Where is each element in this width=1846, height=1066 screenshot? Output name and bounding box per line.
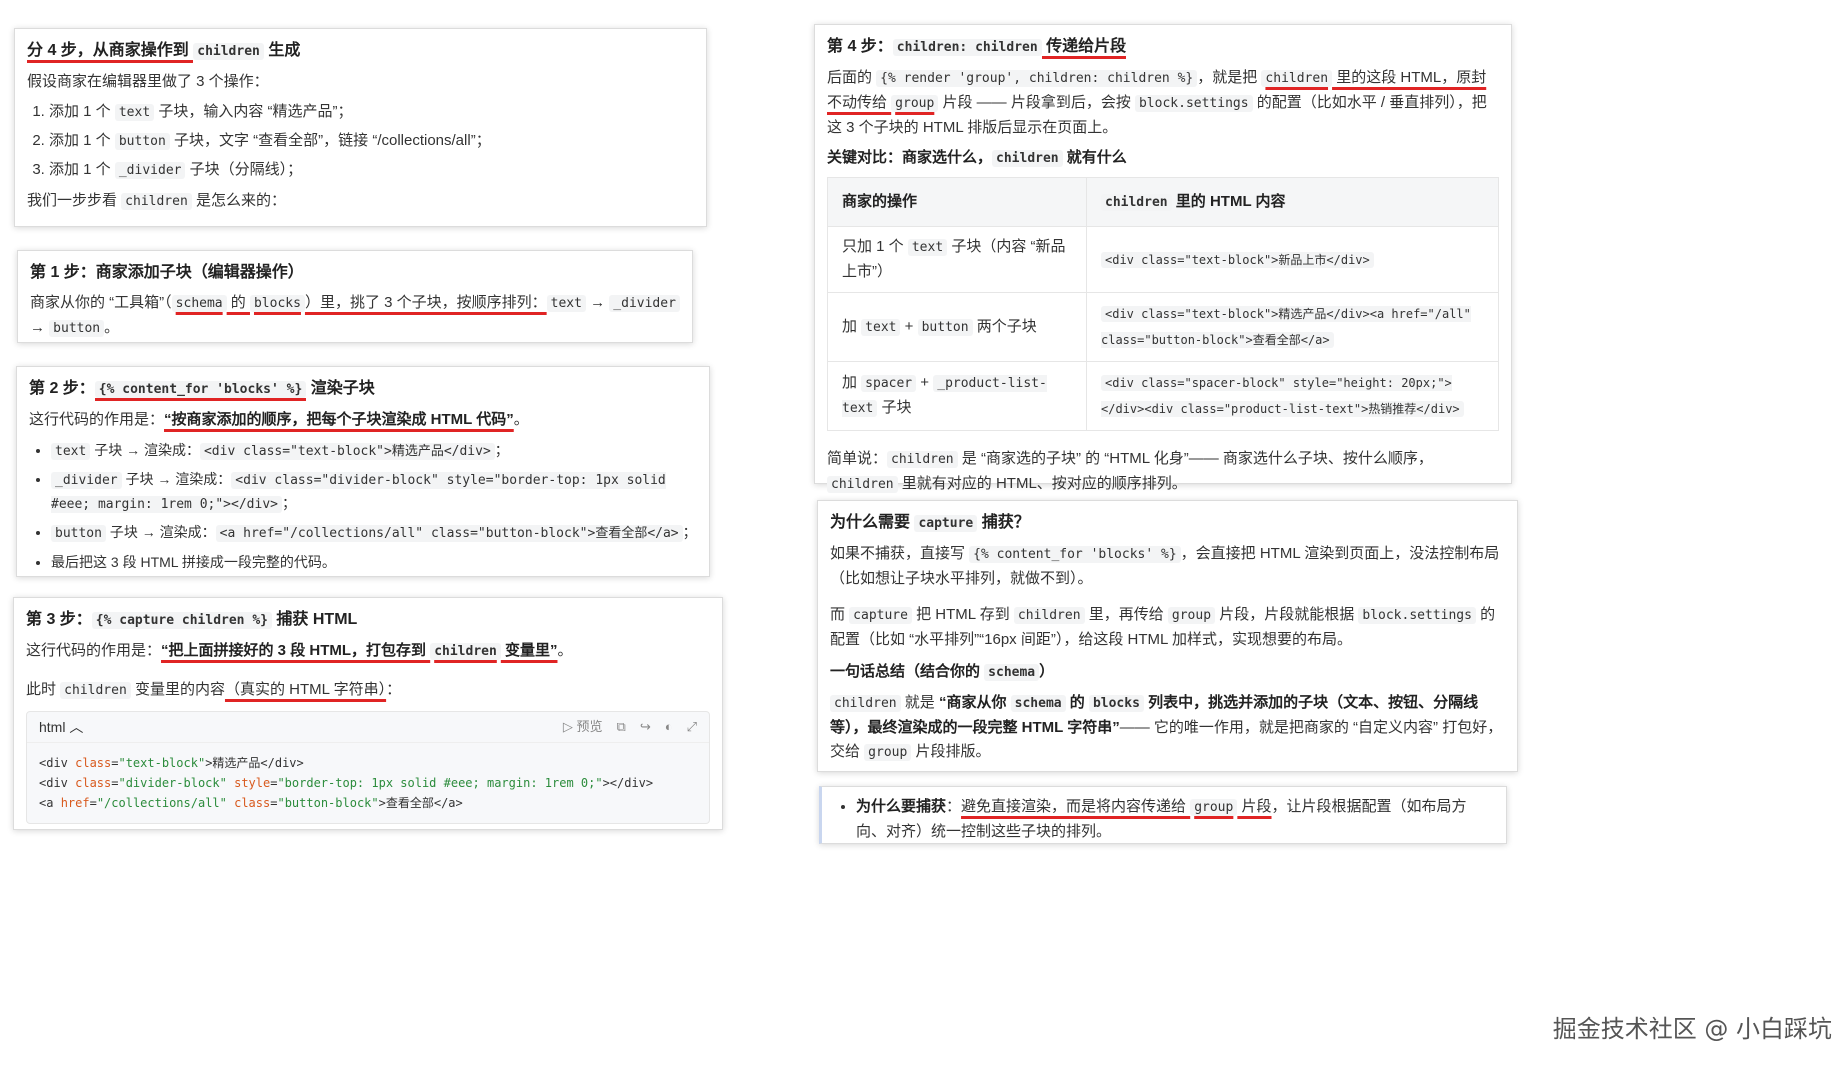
table-row: 加 spacer + _product-list-text 子块 <div cl… <box>827 361 1499 431</box>
code-toolbar: ▷ 预览 ⧉ ↪ ◐ ⤢ <box>563 715 697 739</box>
list-item: 添加 1 个 _divider 子块（分隔线）； <box>49 158 694 183</box>
why-bullet-list: 为什么要捕获：避免直接渲染，而是将内容传递给 group 片段，让片段根据配置（… <box>834 795 1494 844</box>
card-step4: 第 4 步： children: children 传递给片段 后面的 {% re… <box>814 24 1512 493</box>
watermark: 掘金技术社区 @ 小白踩坑 <box>1552 1015 1832 1043</box>
compare-heading: 关键对比：商家选什么， children 就有什么 <box>827 149 1127 167</box>
render-list: text 子块 → 渲染成：<div class="text-block">精选… <box>29 438 697 574</box>
table-cell: <div class="text-block">精选产品</div><a hre… <box>1086 292 1499 362</box>
table-cell: <div class="text-block">新品上市</div> <box>1086 226 1499 293</box>
theme-icon[interactable]: ◐ <box>665 715 673 739</box>
table-cell: 只加 1 个 text 子块（内容 “新品上市”） <box>827 226 1087 293</box>
operation-list: 添加 1 个 text 子块，输入内容 “精选产品”； 添加 1 个 butto… <box>27 100 694 183</box>
list-item: 为什么要捕获：避免直接渲染，而是将内容传递给 group 片段，让片段根据配置（… <box>856 795 1494 844</box>
code-line: <div class="text-block">精选产品</div> <box>39 756 304 770</box>
step1-text: 商家从你的 “工具箱”（ schema 的 blocks ）里，挑了 3 个子块，按… <box>30 291 680 341</box>
step3-desc: 这行代码的作用是：“把上面拼接好的 3 段 HTML，打包存到 children… <box>26 642 573 660</box>
why-capture-p2: 而 capture 把 HTML 存到 children 里，再传给 group… <box>830 606 1496 648</box>
card-step3: 第 3 步： {% capture children %} 捕获 HTML 这行代… <box>13 597 723 830</box>
card-step1: 第 1 步：商家添加子块（编辑器操作） 商家从你的 “工具箱”（ schema 的… <box>17 250 693 343</box>
table-header-row: 商家的操作 children 里的 HTML 内容 <box>827 177 1499 227</box>
compare-table: 商家的操作 children 里的 HTML 内容 只加 1 个 text 子块… <box>827 177 1499 431</box>
table-cell: <div class="spacer-block" style="height:… <box>1086 361 1499 431</box>
code-block-body: <div class="text-block">精选产品</div> <div … <box>27 743 709 823</box>
list-item: 添加 1 个 text 子块，输入内容 “精选产品”； <box>49 100 694 125</box>
chevron-up-icon: ︿ <box>69 719 84 735</box>
card-why-capture: 为什么需要 capture 捕获？ 如果不捕获，直接写 {% content_f… <box>817 500 1518 772</box>
code-line: <a href="/collections/all" class="button… <box>39 796 463 810</box>
copy-icon[interactable]: ⧉ <box>617 715 626 739</box>
table-cell: 加 text + button 两个子块 <box>827 292 1087 362</box>
play-icon: ▷ <box>562 719 573 734</box>
summary-text: children 就是 “商家从你 schema 的 blocks 列表中，挑选… <box>830 694 1503 761</box>
table-header-cell: children 里的 HTML 内容 <box>1086 177 1499 227</box>
step2-desc: 这行代码的作用是：“按商家添加的顺序，把每个子块渲染成 HTML 代码”。 <box>29 411 529 428</box>
share-icon[interactable]: ↪ <box>640 715 651 739</box>
card-intro-text: 假设商家在编辑器里做了 3 个操作： <box>27 73 269 90</box>
preview-button[interactable]: ▷ 预览 <box>563 715 603 739</box>
step3-now: 此时 children 变量里的内容（真实的 HTML 字符串）： <box>26 681 402 699</box>
list-item: button 子块 → 渲染成：<a href="/collections/al… <box>51 520 697 546</box>
card-intro-title: 分 4 步，从商家操作到 children 生成 <box>27 39 694 64</box>
code-line: <div class="divider-block" style="border… <box>39 776 654 790</box>
why-capture-title: 为什么需要 capture 捕获？ <box>830 514 1030 532</box>
expand-icon[interactable]: ⤢ <box>687 715 697 739</box>
step4-summary: 简单说： children 是 “商家选的子块” 的 “HTML 化身”—— 商家… <box>827 450 1433 493</box>
list-item: _divider 子块 → 渲染成：<div class="divider-bl… <box>51 468 697 516</box>
table-row: 只加 1 个 text 子块（内容 “新品上市”） <div class="te… <box>827 226 1499 293</box>
step3-title: 第 3 步： {% capture children %} 捕获 HTML <box>26 611 358 629</box>
code-block: html ︿ ▷ 预览 ⧉ ↪ ◐ ⤢ <div class="text-blo… <box>26 711 710 824</box>
step4-paragraph: 后面的 {% render 'group', children: childre… <box>827 69 1487 136</box>
list-item: 添加 1 个 button 子块，文字 “查看全部”，链接 “/collecti… <box>49 129 694 154</box>
step4-title: 第 4 步： children: children 传递给片段 <box>827 35 1499 60</box>
step1-title: 第 1 步：商家添加子块（编辑器操作） <box>30 264 304 281</box>
list-item: text 子块 → 渲染成：<div class="text-block">精选… <box>51 438 697 464</box>
card-intro-outro: 我们一步步看 children 是怎么来的： <box>27 192 286 210</box>
why-capture-p1: 如果不捕获，直接写 {% content_for 'blocks' %} ，会直接… <box>830 545 1500 587</box>
summary-heading: 一句话总结（结合你的 schema） <box>830 663 1055 681</box>
table-row: 加 text + button 两个子块 <div class="text-bl… <box>827 292 1499 362</box>
card-intro: 分 4 步，从商家操作到 children 生成 假设商家在编辑器里做了 3 个… <box>14 28 707 227</box>
table-cell: 加 spacer + _product-list-text 子块 <box>827 361 1087 431</box>
table-header-cell: 商家的操作 <box>827 177 1087 227</box>
card-step2: 第 2 步： {% content_for 'blocks' %} 渲染子块 这行… <box>16 366 710 577</box>
code-lang-toggle[interactable]: html ︿ <box>39 715 83 739</box>
code-block-header: html ︿ ▷ 预览 ⧉ ↪ ◐ ⤢ <box>27 712 709 743</box>
step2-title: 第 2 步： {% content_for 'blocks' %} 渲染子块 <box>29 377 697 402</box>
list-item: 最后把这 3 段 HTML 拼接成一段完整的代码。 <box>51 550 697 574</box>
card-why-capture-bullet: 为什么要捕获：避免直接渲染，而是将内容传递给 group 片段，让片段根据配置（… <box>819 786 1507 844</box>
